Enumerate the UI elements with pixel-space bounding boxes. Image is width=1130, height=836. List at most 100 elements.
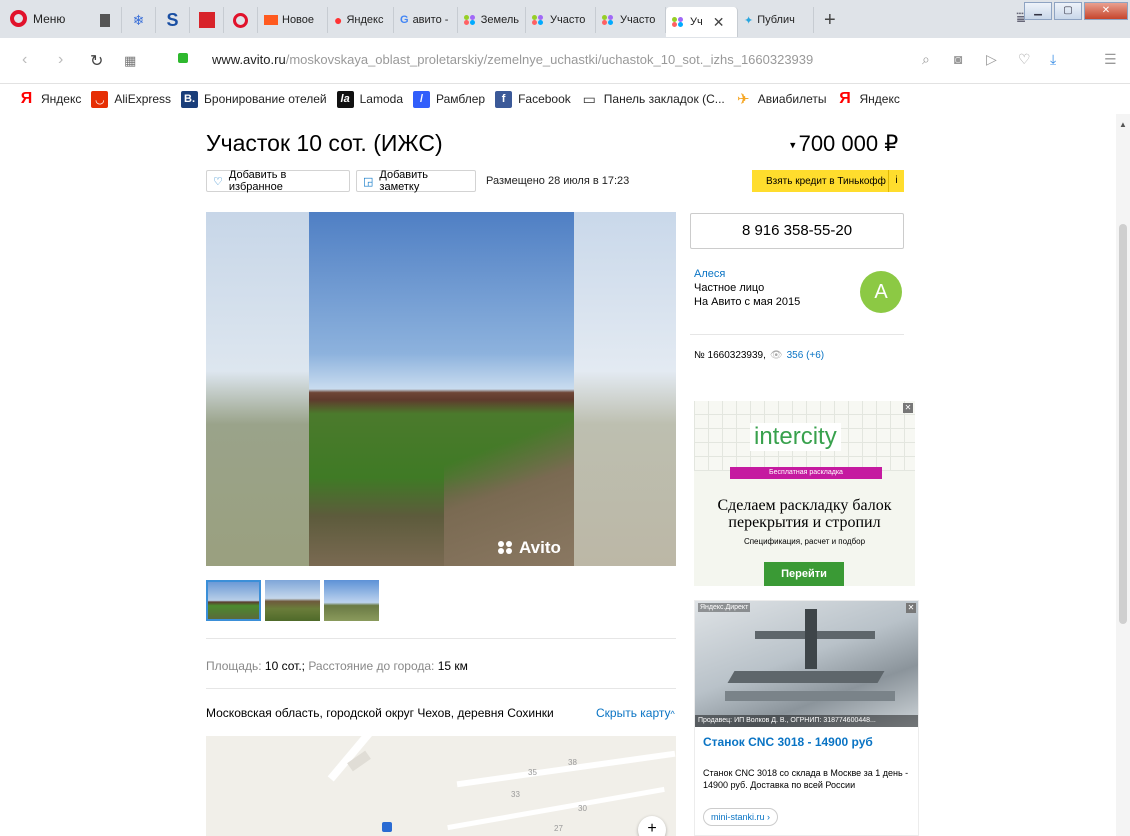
tinkoff-credit-button[interactable]: Взять кредит в Тинькофф i: [752, 170, 904, 192]
map-house-number: 30: [578, 804, 587, 813]
public-icon: ✦: [744, 14, 754, 27]
cnc-machine-image: [695, 601, 918, 727]
tab-google[interactable]: G авито -: [394, 7, 458, 33]
url-field[interactable]: www.avito.ru/moskovskaya_oblast_proletar…: [212, 52, 813, 67]
ad-go-button[interactable]: Перейти: [764, 562, 844, 586]
bookmark-booking[interactable]: B. Бронирование отелей: [181, 90, 327, 108]
divider: [690, 334, 904, 335]
yandex-icon: Я: [839, 90, 851, 107]
reload-icon[interactable]: ↻: [90, 51, 103, 71]
seller-since: На Авито с мая 2015: [694, 296, 801, 308]
yandex-pin-icon: ●: [334, 12, 343, 28]
rambler-icon: /: [413, 90, 430, 108]
tab-pinned-opera[interactable]: [224, 7, 258, 33]
folder-icon: ▭: [582, 90, 596, 107]
ad-title-link[interactable]: Станок CNC 3018 - 14900 руб: [703, 735, 873, 749]
speed-dial-icon[interactable]: ▦: [124, 53, 136, 69]
close-tab-icon[interactable]: ✕: [713, 14, 725, 31]
thumbnail-3[interactable]: [324, 580, 379, 621]
tab-label: Участо: [620, 14, 656, 26]
price-value: 700 000 ₽: [798, 131, 899, 156]
price[interactable]: ▾ 700 000 ₽: [790, 131, 898, 157]
seller-type: Частное лицо: [694, 282, 765, 294]
window-close-icon[interactable]: ✕: [1084, 2, 1128, 20]
bookmark-yandex-2[interactable]: Я Яндекс: [836, 90, 900, 108]
views-count[interactable]: 356 (+6): [787, 350, 825, 361]
new-tab-icon[interactable]: +: [814, 9, 846, 32]
facebook-icon: f: [495, 90, 513, 108]
phone-button[interactable]: 8 916 358-55-20: [690, 213, 904, 249]
bookmark-facebook[interactable]: f Facebook: [495, 90, 571, 108]
airplane-icon: ✈: [736, 91, 750, 108]
tab-avito-2[interactable]: Участо: [526, 7, 596, 33]
tab-yandex[interactable]: ● Яндекс: [328, 7, 394, 33]
yandex-direct-badge: Яндекс.Директ: [698, 603, 751, 612]
main-photo[interactable]: Avito: [206, 212, 676, 566]
chevron-up-icon: ^: [670, 709, 675, 719]
avito-icon: [464, 15, 477, 25]
tab-mail[interactable]: Новое: [258, 7, 328, 33]
ad-close-icon[interactable]: ✕: [906, 603, 916, 613]
back-icon[interactable]: ‹: [22, 51, 27, 69]
tab-avito-3[interactable]: Участо: [596, 7, 666, 33]
tab-pinned-doc[interactable]: [88, 7, 122, 33]
map-bus-stop-icon[interactable]: [382, 822, 392, 832]
thumbnail-1[interactable]: [206, 580, 261, 621]
tab-avito-1[interactable]: Земель: [458, 7, 526, 33]
heart-icon[interactable]: ♡: [1018, 51, 1031, 68]
bookmark-lamoda[interactable]: la Lamoda: [336, 90, 403, 108]
address-text: Московская область, городской округ Чехо…: [206, 706, 554, 720]
mail-icon: [264, 15, 278, 25]
tab-avito-active[interactable]: Уч ✕: [666, 7, 738, 37]
send-icon[interactable]: ▷: [986, 51, 997, 68]
credit-info-icon[interactable]: i: [888, 170, 904, 192]
map[interactable]: 35 38 33 30 27 +: [206, 736, 676, 836]
tab-pinned-snowflake[interactable]: ❄: [122, 7, 156, 33]
tab-label: Яндекс: [346, 14, 384, 26]
minimize-icon[interactable]: ▁: [1024, 2, 1052, 20]
tab-pinned-red[interactable]: [190, 7, 224, 33]
photo-blur-left: [206, 212, 309, 566]
settings-icon[interactable]: ☰: [1104, 51, 1117, 68]
item-info: № 1660323939, 👁 356 (+6): [694, 350, 824, 361]
add-note-button[interactable]: ◲ Добавить заметку: [356, 169, 476, 193]
note-icon: ◲: [363, 175, 374, 188]
ad-site-link[interactable]: mini-stanki.ru ›: [703, 808, 779, 826]
bookmark-yandex[interactable]: Я Яндекс: [18, 90, 82, 108]
scroll-up-icon[interactable]: ▲: [1119, 120, 1127, 129]
thumbnail-2[interactable]: [265, 580, 320, 621]
hide-map-link[interactable]: Скрыть карту^: [596, 706, 675, 720]
ad-description: Станок CNC 3018 со склада в Москве за 1 …: [703, 768, 909, 790]
photo-thumbnails: [206, 580, 379, 621]
ad-close-icon[interactable]: ✕: [903, 403, 913, 413]
forward-icon[interactable]: ›: [58, 51, 63, 69]
tab-label: Уч: [690, 16, 703, 28]
bookmark-label: Яндекс: [41, 92, 82, 106]
ad-cnc[interactable]: Яндекс.Директ Продавец: ИП Волков Д. В.,…: [694, 600, 919, 836]
bookmark-avia[interactable]: ✈ Авиабилеты: [735, 91, 827, 108]
tab-label: авито -: [412, 14, 449, 26]
ad-seller-info: Продавец: ИП Волков Д. В., ОГРНИП: 31877…: [695, 715, 918, 727]
add-favorite-label: Добавить в избранное: [228, 169, 287, 193]
credit-label: Взять кредит в Тинькофф: [766, 175, 886, 187]
bookmark-rambler[interactable]: / Рамблер: [413, 90, 485, 108]
map-house-number: 27: [554, 824, 563, 833]
camera-icon[interactable]: ◙: [954, 51, 962, 67]
download-icon[interactable]: ⤓: [1050, 51, 1056, 68]
ad-intercity[interactable]: intercity Бесплатная раскладка Сделаем р…: [694, 401, 915, 586]
add-favorite-button[interactable]: ♡ Добавить в избранное: [206, 169, 350, 193]
map-zoom-in-button[interactable]: +: [638, 816, 666, 836]
tab-public[interactable]: ✦ Публич: [738, 7, 814, 33]
aliexpress-icon: ◡: [91, 90, 109, 108]
avatar[interactable]: А: [860, 271, 902, 313]
opera-menu-button[interactable]: Меню: [10, 10, 65, 27]
tab-label: Публич: [757, 14, 795, 26]
seller-name-link[interactable]: Алеся: [694, 268, 725, 280]
page-scrollbar[interactable]: ▲: [1116, 114, 1130, 836]
bookmark-folder[interactable]: ▭ Панель закладок (С...: [581, 91, 725, 108]
scrollbar-thumb[interactable]: [1119, 224, 1127, 624]
maximize-icon[interactable]: ▢: [1054, 2, 1082, 20]
tab-pinned-s[interactable]: S: [156, 7, 190, 33]
search-icon[interactable]: ⌕: [922, 51, 930, 68]
bookmark-aliexpress[interactable]: ◡ AliExpress: [91, 90, 171, 108]
